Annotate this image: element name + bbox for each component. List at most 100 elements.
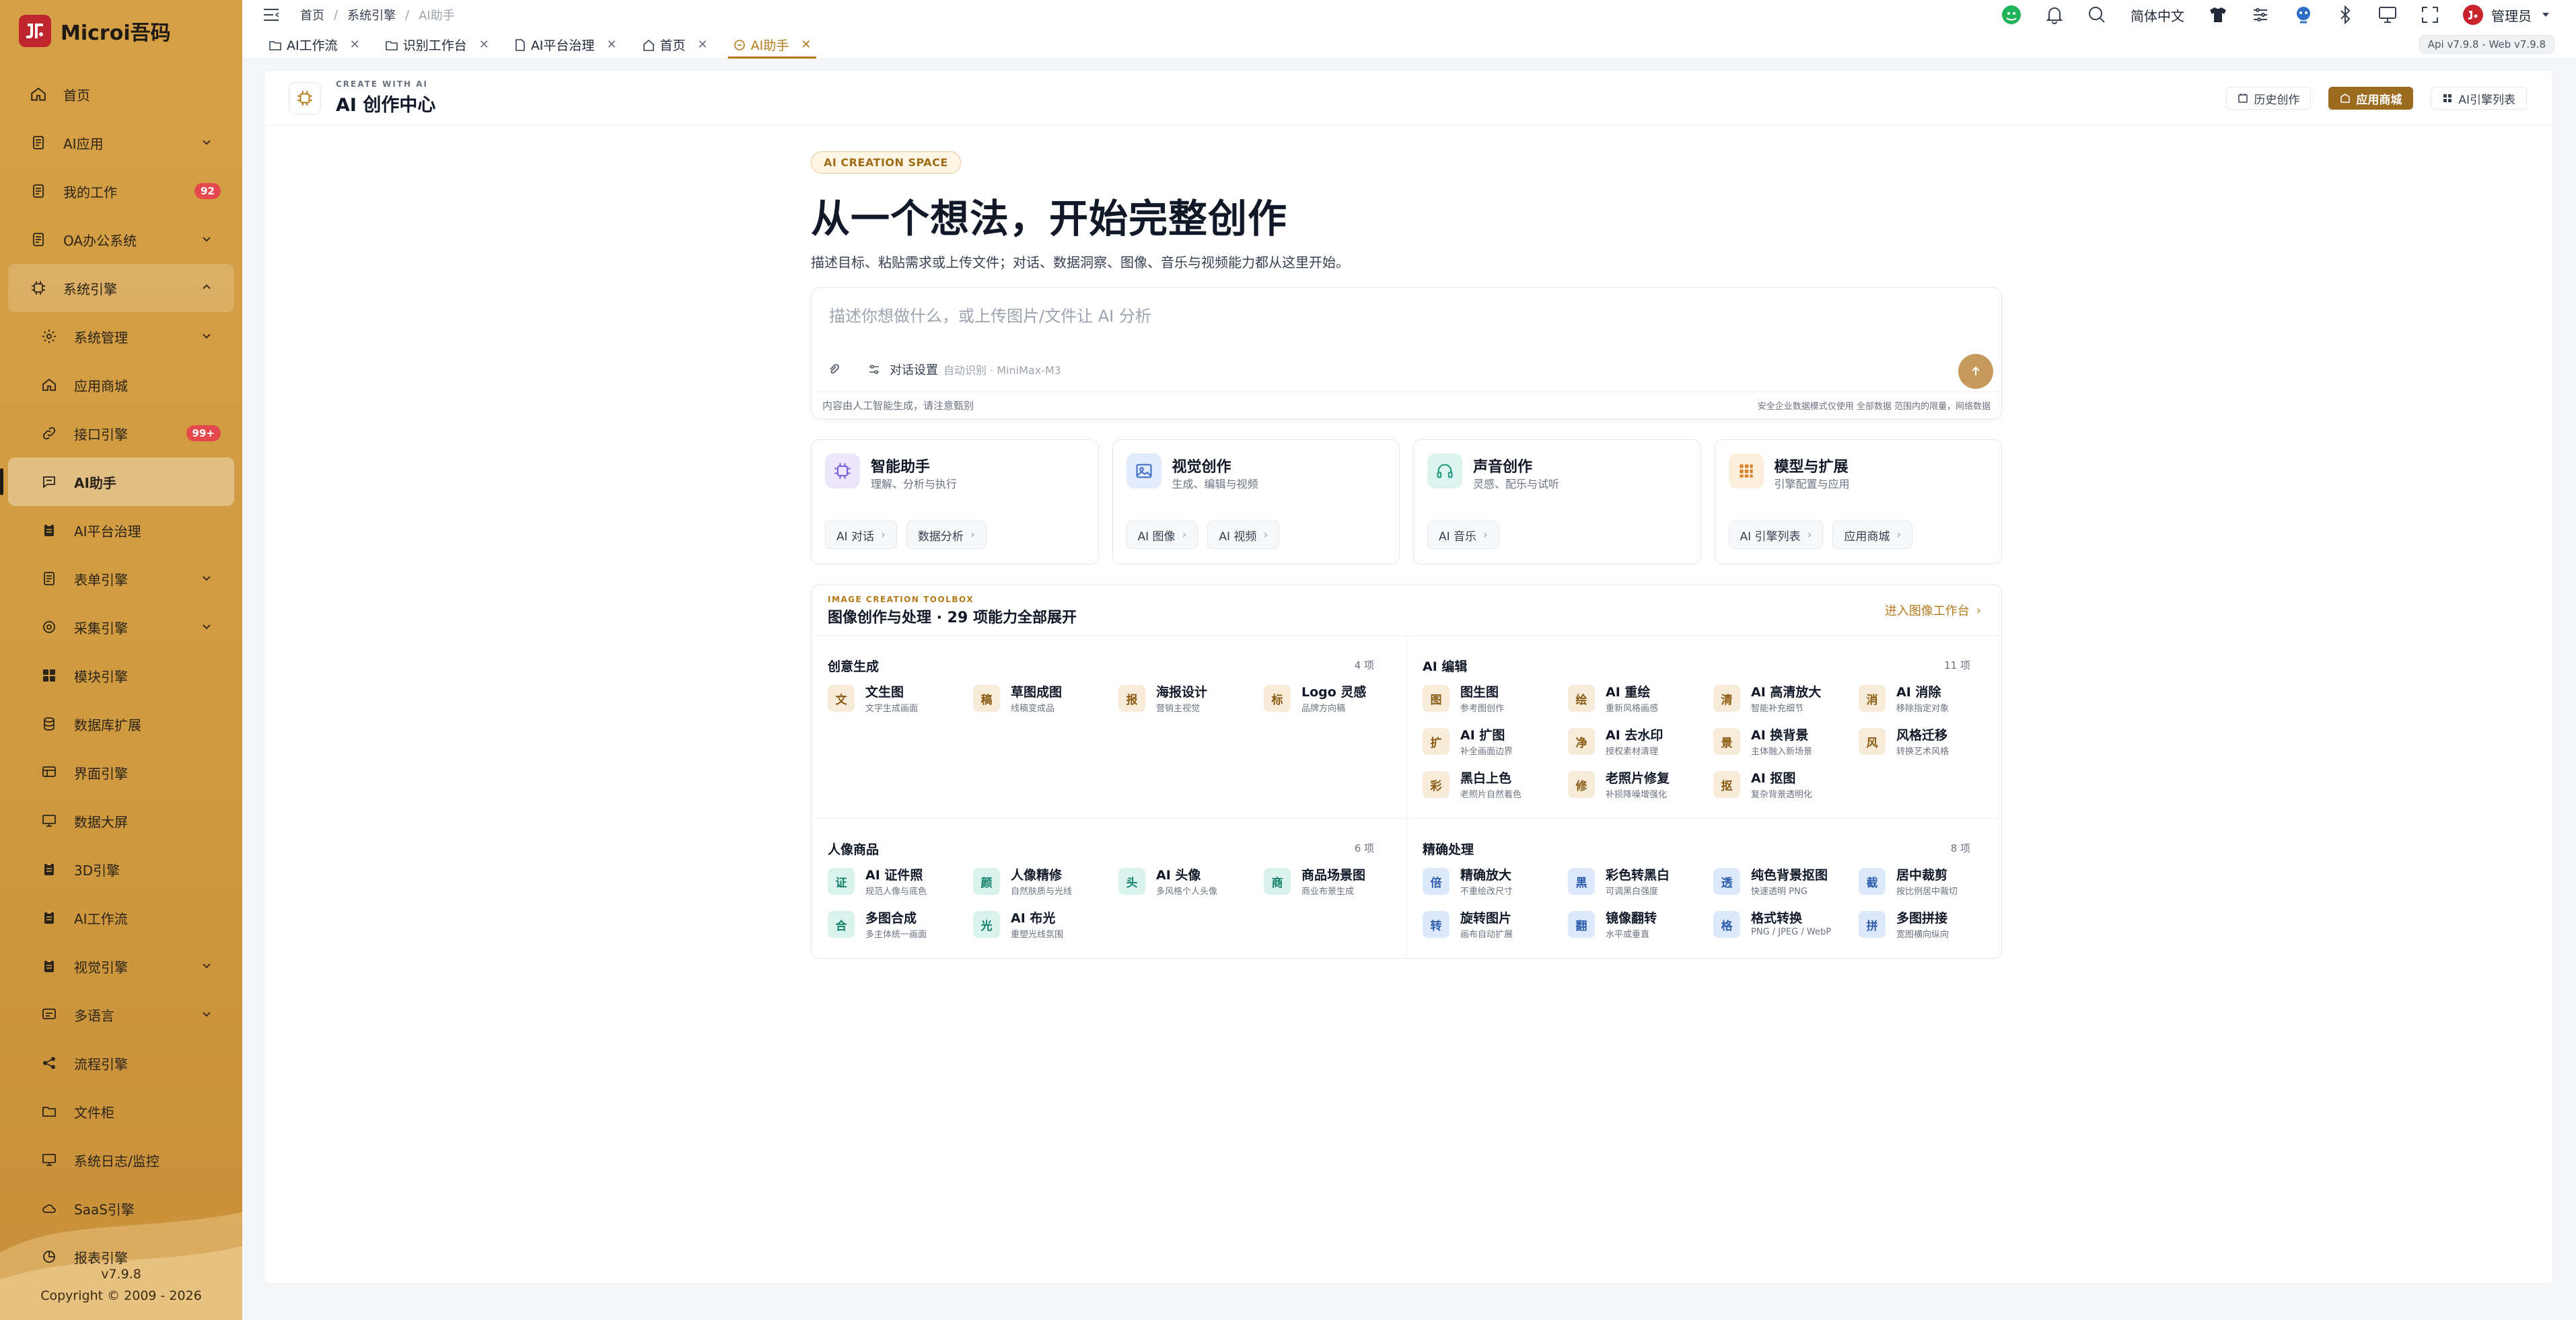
sidebar-item-i18n[interactable]: 多语言 — [0, 990, 242, 1039]
sidebar-item-system-engine[interactable]: 系统引擎 — [8, 264, 234, 312]
language-switcher[interactable]: 简体中文 — [2131, 5, 2184, 25]
sidebar-item-home[interactable]: 首页 — [0, 70, 242, 118]
tool-item[interactable]: 光 AI 布光 重塑光线氛围 — [973, 911, 1114, 940]
tool-item[interactable]: 翻 镜像翻转 水平或垂直 — [1568, 911, 1709, 940]
breadcrumb-item[interactable]: 系统引擎 — [347, 6, 396, 24]
card-chip[interactable]: 数据分析 › — [906, 521, 987, 549]
sidebar-item-db-extension[interactable]: 数据库扩展 — [0, 700, 242, 748]
sliders-icon[interactable] — [2252, 6, 2269, 24]
close-icon[interactable]: ✕ — [698, 38, 708, 52]
app-store-button[interactable]: 应用商城 — [2328, 87, 2414, 110]
chat-settings-value[interactable]: 自动识别 · MiniMax-M3 — [943, 361, 1061, 377]
sidebar-item-flow-engine[interactable]: 流程引擎 — [0, 1039, 242, 1087]
tool-item[interactable]: 文 文生图 文字生成画面 — [828, 685, 969, 714]
sidebar-item-3d-engine[interactable]: 3D引擎 — [0, 845, 242, 893]
tool-item[interactable]: 截 居中裁剪 按比例居中裁切 — [1859, 868, 2000, 897]
user-menu[interactable]: 管理员 — [2463, 5, 2550, 25]
sidebar-item-ai-apps[interactable]: AI应用 — [0, 118, 242, 167]
menu-toggle-icon[interactable] — [262, 7, 280, 22]
theme-shirt-icon[interactable] — [2209, 6, 2227, 24]
wechat-icon[interactable] — [2001, 5, 2022, 25]
prompt-input[interactable]: 描述你想做什么，或上传图片/文件让 AI 分析 — [829, 303, 1151, 326]
tool-item[interactable]: 图 图生图 参考图创作 — [1423, 685, 1564, 714]
tool-item[interactable]: 消 AI 消除 移除指定对象 — [1859, 685, 2000, 714]
sidebar-item-api-engine[interactable]: 接口引擎 99+ — [0, 409, 242, 457]
sidebar-item-file-cabinet[interactable]: 文件柜 — [0, 1087, 242, 1136]
sidebar-item-app-store[interactable]: 应用商城 — [0, 361, 242, 409]
robot-icon[interactable] — [2293, 5, 2314, 25]
chat-settings-label[interactable]: 对话设置 — [890, 361, 938, 378]
enter-image-workbench-link[interactable]: 进入图像工作台 › — [1885, 601, 1981, 619]
card-chip[interactable]: AI 对话 › — [825, 521, 897, 549]
tool-item[interactable]: 黑 彩色转黑白 可调黑白强度 — [1568, 868, 1709, 897]
card-chip[interactable]: AI 图像 › — [1126, 521, 1198, 549]
close-icon[interactable]: ✕ — [350, 38, 360, 52]
tool-item[interactable]: 头 AI 头像 多风格个人头像 — [1118, 868, 1260, 897]
history-button[interactable]: 历史创作 — [2226, 87, 2312, 110]
card-chip[interactable]: 应用商城 › — [1832, 521, 1913, 549]
tool-item[interactable]: 风 风格迁移 转换艺术风格 — [1859, 728, 2000, 757]
tool-item[interactable]: 透 纯色背景抠图 快速透明 PNG — [1713, 868, 1855, 897]
capability-card[interactable]: 智能助手 理解、分析与执行 AI 对话 › 数据分析 › — [811, 439, 1099, 564]
close-icon[interactable]: ✕ — [801, 38, 811, 52]
engine-list-button[interactable]: AI引擎列表 — [2431, 87, 2527, 110]
search-icon[interactable] — [2087, 5, 2106, 24]
close-icon[interactable]: ✕ — [479, 38, 489, 52]
tool-item[interactable]: 稿 草图成图 线稿变成品 — [973, 685, 1114, 714]
tool-item[interactable]: 倍 精确放大 不重绘改尺寸 — [1423, 868, 1564, 897]
tool-item[interactable]: 抠 AI 抠图 复杂背景透明化 — [1713, 771, 1855, 800]
tool-item[interactable]: 报 海报设计 营销主视觉 — [1118, 685, 1260, 714]
tab-ai-assistant[interactable]: AI助手 ✕ — [727, 33, 817, 59]
capability-card[interactable]: 模型与扩展 引擎配置与应用 AI 引擎列表 › 应用商城 › — [1714, 439, 2002, 564]
capability-card[interactable]: 声音创作 灵感、配乐与试听 AI 音乐 › — [1413, 439, 1701, 564]
tab-home[interactable]: 首页 ✕ — [637, 33, 713, 59]
tool-item[interactable]: 彩 黑白上色 老照片自然着色 — [1423, 771, 1564, 800]
tool-item[interactable]: 绘 AI 重绘 重新风格画感 — [1568, 685, 1709, 714]
sidebar-item-label: OA办公系统 — [63, 232, 137, 249]
card-chip[interactable]: AI 引擎列表 › — [1728, 521, 1824, 549]
tool-item[interactable]: 扩 AI 扩图 补全画面边界 — [1423, 728, 1564, 757]
sidebar-item-ui-engine[interactable]: 界面引擎 — [0, 748, 242, 797]
monitor-icon[interactable] — [2378, 6, 2397, 24]
tool-item[interactable]: 景 AI 换背景 主体融入新场景 — [1713, 728, 1855, 757]
sidebar-item-ai-assistant[interactable]: AI助手 — [0, 457, 234, 506]
tool-item[interactable]: 商 商品场景图 商业布景生成 — [1264, 868, 1405, 897]
tool-item[interactable]: 颜 人像精修 自然肤质与光线 — [973, 868, 1114, 897]
sidebar-item-vision-engine[interactable]: 视觉引擎 — [0, 942, 242, 990]
tab-ai-workflow[interactable]: AI工作流 ✕ — [264, 33, 365, 59]
card-chip[interactable]: AI 音乐 › — [1427, 521, 1499, 549]
tool-item[interactable]: 证 AI 证件照 规范人像与底色 — [828, 868, 969, 897]
tool-item[interactable]: 拼 多图拼接 宽图横向纵向 — [1859, 911, 2000, 940]
tab-recognition-workbench[interactable]: 识别工作台 ✕ — [380, 33, 495, 59]
bell-icon[interactable] — [2046, 5, 2063, 24]
brand[interactable]: Microi吾码 — [19, 15, 171, 47]
sidebar-item-ai-workflow[interactable]: AI工作流 — [0, 893, 242, 942]
close-icon[interactable]: ✕ — [606, 38, 616, 52]
sidebar-item-my-work[interactable]: 我的工作 92 — [0, 167, 242, 215]
sidebar-item-module-engine[interactable]: 模块引擎 — [0, 651, 242, 700]
sidebar-item-saas-engine[interactable]: SaaS引擎 — [0, 1184, 242, 1233]
attach-icon[interactable] — [828, 363, 840, 375]
sidebar-item-data-screen[interactable]: 数据大屏 — [0, 797, 242, 845]
card-chip[interactable]: AI 视频 › — [1207, 521, 1280, 549]
tool-item[interactable]: 清 AI 高清放大 智能补充细节 — [1713, 685, 1855, 714]
tab-ai-governance[interactable]: AI平台治理 ✕ — [509, 33, 622, 59]
fullscreen-icon[interactable] — [2421, 6, 2439, 24]
sidebar-item-collect-engine[interactable]: 采集引擎 — [0, 603, 242, 651]
sidebar-item-system-log[interactable]: 系统日志/监控 — [0, 1136, 242, 1184]
bluetooth-icon[interactable] — [2338, 5, 2354, 24]
tool-item[interactable]: 合 多图合成 多主体统一画面 — [828, 911, 969, 940]
breadcrumb-item[interactable]: 首页 — [300, 6, 324, 24]
capability-card[interactable]: 视觉创作 生成、编辑与视频 AI 图像 › AI 视频 › — [1112, 439, 1400, 564]
sidebar-item-oa[interactable]: OA办公系统 — [0, 215, 242, 264]
sidebar-item-form-engine[interactable]: 表单引擎 — [0, 554, 242, 603]
tool-item[interactable]: 格 格式转换 PNG / JPEG / WebP — [1713, 911, 1855, 938]
send-button[interactable] — [1958, 354, 1993, 389]
tool-item[interactable]: 修 老照片修复 补损降噪增强化 — [1568, 771, 1709, 800]
tool-item[interactable]: 标 Logo 灵感 品牌方向稿 — [1264, 685, 1405, 714]
sidebar-item-ai-governance[interactable]: AI平台治理 — [0, 506, 242, 554]
tool-item[interactable]: 转 旋转图片 画布自动扩展 — [1423, 911, 1564, 940]
tool-item[interactable]: 净 AI 去水印 授权素材清理 — [1568, 728, 1709, 757]
sliders-icon[interactable] — [868, 363, 880, 375]
sidebar-item-system-management[interactable]: 系统管理 — [0, 312, 242, 361]
